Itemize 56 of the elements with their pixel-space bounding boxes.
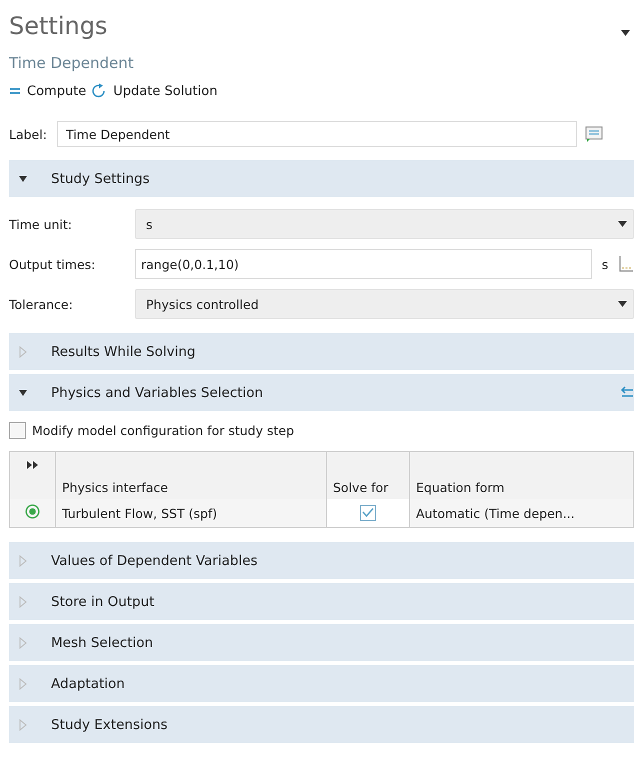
- expand-caret-icon: [19, 636, 27, 648]
- equals-icon: [9, 87, 21, 95]
- column-header[interactable]: Equation form: [410, 452, 634, 499]
- range-icon: [618, 255, 634, 273]
- toolbar-button[interactable]: Compute: [9, 84, 86, 98]
- field-label: Output times:: [9, 256, 96, 272]
- column-header[interactable]: Physics interface: [56, 452, 326, 499]
- expand-caret-icon: [19, 718, 27, 730]
- field-label: Time unit:: [9, 216, 73, 232]
- collapse-caret-icon: [18, 174, 28, 182]
- section-header[interactable]: Adaptation: [9, 665, 634, 702]
- section-header[interactable]: Study Settings: [9, 160, 634, 197]
- section-header[interactable]: Results While Solving: [9, 333, 634, 370]
- dropdown-caret-icon: [618, 301, 627, 307]
- unit-label: s: [600, 256, 610, 272]
- section-title: Study Extensions: [51, 716, 168, 732]
- check-icon: [362, 508, 374, 518]
- input-field[interactable]: Time Dependent: [56, 121, 577, 147]
- radio-dot-icon: [25, 504, 40, 519]
- section-title: Mesh Selection: [51, 634, 154, 650]
- toolbar-button[interactable]: Update Solution: [91, 83, 218, 99]
- section-header[interactable]: Mesh Selection: [9, 624, 634, 661]
- expand-caret-icon: [19, 596, 27, 608]
- column-header[interactable]: Solve for: [326, 452, 410, 499]
- section-title: Store in Output: [51, 594, 154, 610]
- expand-caret-icon: [19, 346, 27, 358]
- section-title: Physics and Variables Selection: [51, 384, 264, 400]
- panel-subtitle: Time Dependent: [9, 54, 135, 74]
- checkbox[interactable]: [9, 422, 26, 438]
- edit-note-icon: [584, 125, 603, 143]
- double-arrow-icon: [27, 461, 38, 469]
- panel-title: Settings: [9, 12, 108, 42]
- collapse-caret-icon: [18, 388, 28, 396]
- section-title: Adaptation: [51, 676, 125, 692]
- input-field[interactable]: range(0,0.1,10): [135, 249, 592, 279]
- field-label: Label:: [9, 126, 47, 142]
- section-header[interactable]: Study Extensions: [9, 706, 634, 743]
- section-title: Study Settings: [51, 170, 150, 186]
- section-header[interactable]: Values of Dependent Variables: [9, 542, 634, 579]
- section-title: Values of Dependent Variables: [51, 552, 258, 568]
- dropdown[interactable]: s: [135, 209, 634, 239]
- arrow-left-icon: [620, 386, 634, 398]
- dropdown-caret-icon: [618, 221, 627, 227]
- section-title: Results While Solving: [51, 344, 196, 360]
- menu-caret-icon: [621, 30, 630, 36]
- checkbox-label: Modify model configuration for study step: [32, 422, 294, 438]
- expand-caret-icon: [19, 678, 27, 690]
- expand-caret-icon: [19, 554, 27, 566]
- field-label: Tolerance:: [9, 296, 74, 312]
- table-cell: Turbulent Flow, SST (spf): [56, 499, 326, 528]
- section-header[interactable]: Store in Output: [9, 583, 634, 620]
- section-header[interactable]: Physics and Variables Selection: [9, 374, 634, 411]
- solve-checkbox[interactable]: [360, 505, 376, 522]
- table-cell: Automatic (Time depen...: [410, 499, 634, 528]
- dropdown[interactable]: Physics controlled: [135, 289, 634, 319]
- refresh-icon: [91, 83, 108, 99]
